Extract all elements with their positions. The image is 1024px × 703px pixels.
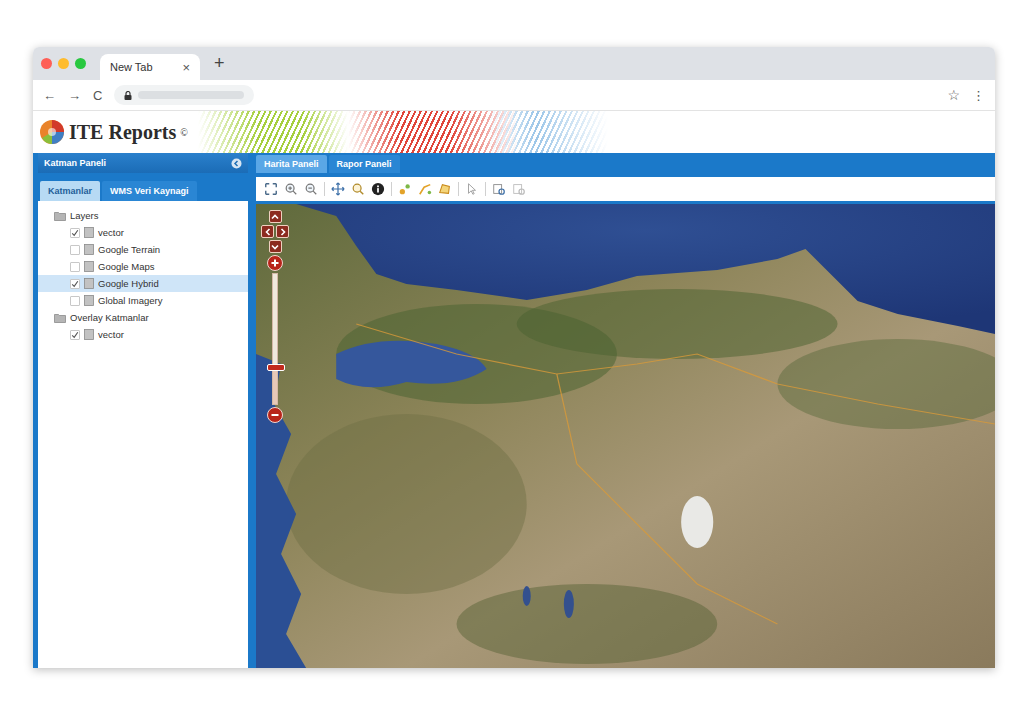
bookmark-button[interactable]: ☆: [947, 87, 960, 103]
layer-checkbox[interactable]: [70, 330, 80, 340]
layer-icon: [84, 244, 94, 255]
zoom-slider-handle[interactable]: [267, 364, 285, 371]
header-decoration: [488, 111, 608, 153]
pan-up-icon[interactable]: [269, 210, 282, 223]
pan-right-icon[interactable]: [276, 225, 289, 238]
logo-text: ITE Reports: [69, 121, 176, 144]
browser-tab[interactable]: New Tab ×: [100, 54, 200, 80]
info-icon[interactable]: [371, 182, 385, 196]
tree-item-label: Layers: [70, 210, 99, 221]
layer-icon: [84, 278, 94, 289]
tab-title: New Tab: [110, 61, 153, 73]
layer-checkbox[interactable]: [70, 228, 80, 238]
new-tab-button[interactable]: +: [210, 53, 229, 74]
layer-icon: [84, 227, 94, 238]
tree-item[interactable]: vector: [38, 224, 248, 241]
window-controls: [41, 58, 86, 69]
folder-icon: [54, 313, 66, 323]
page: ITE Reports © Katman Paneli KatmanlarWMS Ve…: [33, 111, 995, 668]
tree-item-label: Google Terrain: [98, 244, 160, 255]
app-logo[interactable]: ITE Reports ©: [39, 119, 188, 145]
logo-pie-icon: [39, 119, 65, 145]
close-window-icon[interactable]: [41, 58, 52, 69]
nav-button[interactable]: C: [93, 88, 102, 103]
panel-tab[interactable]: Katmanlar: [40, 181, 100, 201]
tree-item[interactable]: Google Hybrid: [38, 275, 248, 292]
pan-down-icon[interactable]: [269, 240, 282, 253]
measure-icon[interactable]: [492, 182, 506, 196]
address-bar: ← → C ☆ ⋮: [33, 80, 995, 111]
draw-point-icon[interactable]: [398, 182, 412, 196]
zoom-out-button[interactable]: [267, 407, 283, 423]
layer-checkbox[interactable]: [70, 245, 80, 255]
tab-close-button[interactable]: ×: [182, 60, 190, 75]
url-text-redacted: [138, 91, 244, 99]
draw-line-icon[interactable]: [418, 182, 432, 196]
layer-checkbox[interactable]: [70, 296, 80, 306]
zoom-control: [262, 210, 288, 423]
folder-icon: [54, 211, 66, 221]
layer-tree: Layers vector Google Terrain Google Maps Goo…: [38, 201, 248, 668]
url-field[interactable]: [114, 85, 254, 105]
tree-item-label: Global Imagery: [98, 295, 162, 306]
main-tabs: Harita PaneliRapor Paneli: [256, 153, 995, 173]
logo-copyright: ©: [180, 127, 188, 138]
tree-item[interactable]: Overlay Katmanlar: [38, 309, 248, 326]
browser-window: New Tab × + ← → C ☆ ⋮ ITE Reports © Katman Paneli K…: [33, 47, 995, 668]
zoom-slider-fill: [273, 366, 277, 404]
maximize-window-icon[interactable]: [75, 58, 86, 69]
minimize-window-icon[interactable]: [58, 58, 69, 69]
collapse-icon[interactable]: [231, 158, 242, 169]
nav-button[interactable]: →: [68, 88, 81, 103]
check-icon: [71, 279, 79, 289]
app-header: ITE Reports ©: [33, 111, 995, 153]
tree-item[interactable]: Layers: [38, 207, 248, 224]
layer-panel-title: Katman Paneli: [44, 158, 106, 168]
full-extent-icon[interactable]: [264, 182, 278, 196]
layer-icon: [84, 261, 94, 272]
map-toolbar: [256, 177, 995, 204]
main-tab[interactable]: Rapor Paneli: [329, 155, 400, 173]
zoom-in-button[interactable]: [267, 255, 283, 271]
select-icon[interactable]: [465, 182, 479, 196]
layer-panel: Katman PaneliKatmanlarWMS Veri KaynagiLa…: [38, 153, 248, 668]
header-decoration: [198, 111, 348, 153]
layer-checkbox[interactable]: [70, 262, 80, 272]
layer-panel-header: Katman Paneli: [38, 153, 248, 173]
pan-icon[interactable]: [331, 182, 345, 196]
lock-icon: [124, 91, 132, 100]
tree-item-label: Google Maps: [98, 261, 155, 272]
layer-icon: [84, 295, 94, 306]
layer-icon: [84, 329, 94, 340]
main-tab[interactable]: Harita Paneli: [256, 155, 327, 173]
tree-item-label: Google Hybrid: [98, 278, 159, 289]
tree-item-label: vector: [98, 227, 124, 238]
report-icon[interactable]: [512, 182, 526, 196]
workspace: Katman PaneliKatmanlarWMS Veri KaynagiLa…: [33, 153, 995, 668]
screen: New Tab × + ← → C ☆ ⋮ ITE Reports © Katman Paneli K…: [0, 0, 1024, 703]
layer-checkbox[interactable]: [70, 279, 80, 289]
tree-item[interactable]: vector: [38, 326, 248, 343]
check-icon: [71, 330, 79, 340]
pan-left-icon[interactable]: [261, 225, 274, 238]
layer-panel-tabs: KatmanlarWMS Veri Kaynagi: [38, 173, 248, 201]
draw-polygon-icon[interactable]: [438, 182, 452, 196]
check-icon: [71, 228, 79, 238]
satellite-imagery: [256, 204, 995, 668]
tab-bar: New Tab × +: [33, 47, 995, 80]
nav-button[interactable]: ←: [43, 88, 56, 103]
tree-item-label: vector: [98, 329, 124, 340]
zoom-in-icon[interactable]: [284, 182, 298, 196]
zoom-slider[interactable]: [272, 273, 278, 405]
tree-item[interactable]: Google Maps: [38, 258, 248, 275]
zoom-out-icon[interactable]: [304, 182, 318, 196]
map-canvas[interactable]: [256, 204, 995, 668]
map-panel: Harita PaneliRapor Paneli: [256, 153, 995, 668]
panel-tab[interactable]: WMS Veri Kaynagi: [102, 181, 197, 201]
tree-item[interactable]: Global Imagery: [38, 292, 248, 309]
tree-item-label: Overlay Katmanlar: [70, 312, 149, 323]
zoom-box-icon[interactable]: [351, 182, 365, 196]
tree-item[interactable]: Google Terrain: [38, 241, 248, 258]
menu-button[interactable]: ⋮: [972, 88, 985, 103]
